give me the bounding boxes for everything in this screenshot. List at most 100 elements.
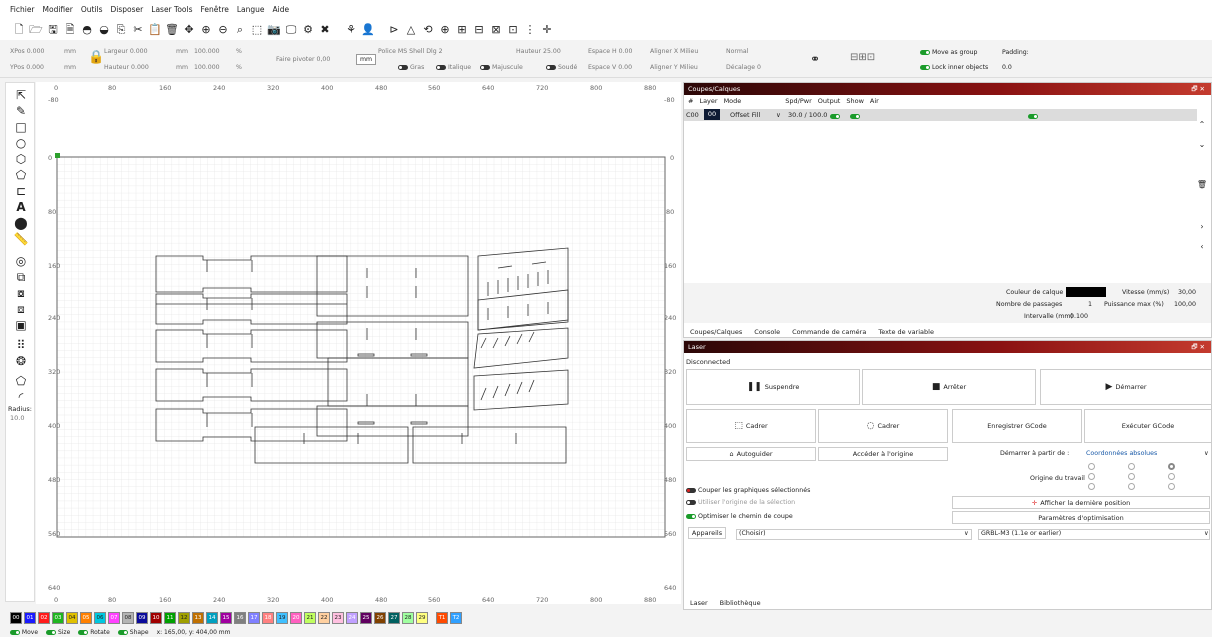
camera-icon[interactable]: 📷 bbox=[267, 22, 281, 36]
home-button[interactable]: ⌂ Autoguider bbox=[686, 447, 816, 461]
menu-arrange[interactable]: Disposer bbox=[111, 5, 144, 14]
save-as-icon[interactable]: 🗎 bbox=[63, 22, 77, 36]
mirror-v-icon[interactable]: △ bbox=[404, 22, 418, 36]
palette-swatch-24[interactable]: 24 bbox=[346, 612, 358, 624]
move-up-icon[interactable]: ⌃ bbox=[1197, 119, 1207, 129]
size-mode-toggle[interactable]: Size bbox=[46, 629, 70, 636]
lock-inner-toggle[interactable]: Lock inner objects bbox=[920, 64, 988, 71]
laser-float-close-icon[interactable]: 🗗 ✕ bbox=[1191, 341, 1205, 353]
grid-array-icon[interactable]: ⋮ bbox=[523, 22, 537, 36]
device-select[interactable]: (Choisir) bbox=[736, 529, 972, 540]
menu-tools[interactable]: Outils bbox=[81, 5, 103, 14]
optimization-settings-button[interactable]: Paramètres d'optimisation bbox=[952, 511, 1210, 524]
menu-window[interactable]: Fenêtre bbox=[201, 5, 229, 14]
tab-console[interactable]: Console bbox=[754, 328, 780, 336]
palette-swatch-20[interactable]: 20 bbox=[290, 612, 302, 624]
text-tool-icon[interactable]: A bbox=[13, 199, 29, 215]
frame-circle-button[interactable]: ◌ Cadrer bbox=[818, 409, 948, 443]
start-button[interactable]: ▶ Démarrer bbox=[1040, 369, 1212, 405]
menu-language[interactable]: Langue bbox=[237, 5, 265, 14]
palette-swatch-05[interactable]: 05 bbox=[80, 612, 92, 624]
scale-y-field[interactable]: 100.000 bbox=[194, 64, 220, 71]
frame-select-icon[interactable]: ⬚ bbox=[250, 22, 264, 36]
italic-toggle[interactable]: Italique bbox=[436, 64, 471, 71]
tab-cuts-layers[interactable]: Coupes/Calques bbox=[690, 328, 742, 336]
show-last-position-button[interactable]: ✛ Afficher la dernière position bbox=[952, 496, 1210, 509]
origin-radio-bl[interactable] bbox=[1088, 483, 1095, 490]
palette-swatch-11[interactable]: 11 bbox=[164, 612, 176, 624]
layer-color-chip[interactable]: 00 bbox=[704, 109, 720, 120]
grid-array-tool-icon[interactable]: ⠿ bbox=[13, 337, 29, 353]
tools-icon[interactable]: ✖ bbox=[318, 22, 332, 36]
speed-field[interactable]: 30,00 bbox=[1178, 289, 1196, 296]
max-power-field[interactable]: 100,00 bbox=[1174, 301, 1196, 308]
palette-swatch-28[interactable]: 28 bbox=[402, 612, 414, 624]
palette-swatch-T1[interactable]: T1 bbox=[436, 612, 448, 624]
origin-radio-mr[interactable] bbox=[1168, 473, 1175, 480]
tab-library[interactable]: Bibliothèque bbox=[720, 599, 761, 607]
vspace-field[interactable]: Espace V 0.00 bbox=[588, 64, 632, 71]
delete-icon[interactable]: 🗑 bbox=[165, 22, 179, 36]
round-corner-icon[interactable]: ◜ bbox=[13, 389, 29, 405]
palette-swatch-18[interactable]: 18 bbox=[262, 612, 274, 624]
redo-icon[interactable]: ◒ bbox=[97, 22, 111, 36]
boolean-union-icon[interactable]: ⧉ bbox=[13, 269, 29, 285]
xpos-field[interactable]: XPos 0.000 bbox=[10, 48, 44, 55]
palette-swatch-08[interactable]: 08 bbox=[122, 612, 134, 624]
hspace-field[interactable]: Espace H 0.00 bbox=[588, 48, 632, 55]
collapse-left-icon[interactable]: ‹ bbox=[1197, 241, 1207, 251]
workspace-canvas[interactable]: 0 80 160 240 320 400 480 560 640 720 800… bbox=[36, 82, 681, 604]
palette-swatch-27[interactable]: 27 bbox=[388, 612, 400, 624]
align-center-icon[interactable]: ⊕ bbox=[438, 22, 452, 36]
open-file-icon[interactable]: 🗁 bbox=[29, 22, 43, 36]
tab-laser[interactable]: Laser bbox=[690, 599, 708, 607]
palette-swatch-16[interactable]: 16 bbox=[234, 612, 246, 624]
rotate-icon[interactable]: ⟲ bbox=[421, 22, 435, 36]
position-laser-icon[interactable]: ⬤ bbox=[13, 215, 29, 231]
palette-swatch-T2[interactable]: T2 bbox=[450, 612, 462, 624]
palette-swatch-29[interactable]: 29 bbox=[416, 612, 428, 624]
palette-swatch-13[interactable]: 13 bbox=[192, 612, 204, 624]
ellipse-tool-icon[interactable]: ○ bbox=[13, 135, 29, 151]
radius-field[interactable]: 10.0 bbox=[10, 414, 24, 422]
offset-field[interactable]: Décalage 0 bbox=[726, 64, 761, 71]
nest-icon[interactable]: ⊡ bbox=[506, 22, 520, 36]
palette-swatch-25[interactable]: 25 bbox=[360, 612, 372, 624]
zoom-out-icon[interactable]: ⊖ bbox=[216, 22, 230, 36]
save-gcode-button[interactable]: Enregistrer GCode bbox=[952, 409, 1082, 443]
circular-array-icon[interactable]: ❂ bbox=[13, 353, 29, 369]
layer-mode-select[interactable]: Offset Fill bbox=[730, 111, 760, 119]
palette-swatch-12[interactable]: 12 bbox=[178, 612, 190, 624]
palette-swatch-15[interactable]: 15 bbox=[220, 612, 232, 624]
crosshair-icon[interactable]: ✛ bbox=[540, 22, 554, 36]
origin-radio-br[interactable] bbox=[1168, 483, 1175, 490]
origin-radio-mc[interactable] bbox=[1128, 473, 1135, 480]
trash-icon[interactable]: 🗑 bbox=[1197, 179, 1207, 189]
boolean-diff-icon[interactable]: ⧇ bbox=[13, 285, 29, 301]
scale-x-field[interactable]: 100.000 bbox=[194, 48, 220, 55]
passes-field[interactable]: 1 bbox=[1088, 301, 1092, 308]
camera-tool-icon[interactable]: ⚭ bbox=[810, 52, 820, 66]
origin-radio-bc[interactable] bbox=[1128, 483, 1135, 490]
rotate-field[interactable]: Faire pivoter 0,00 bbox=[276, 56, 330, 63]
origin-radio-tr[interactable] bbox=[1168, 463, 1175, 470]
menu-file[interactable]: Fichier bbox=[10, 5, 35, 14]
palette-swatch-02[interactable]: 02 bbox=[38, 612, 50, 624]
air-toggle[interactable] bbox=[1028, 112, 1038, 120]
padding-field[interactable]: 0.0 bbox=[1002, 64, 1012, 71]
group-icon[interactable]: ⊠ bbox=[489, 22, 503, 36]
canvas-svg[interactable] bbox=[36, 82, 681, 604]
goto-origin-button[interactable]: Accéder à l'origine bbox=[818, 447, 948, 461]
paste-icon[interactable]: 📋 bbox=[148, 22, 162, 36]
draw-line-icon[interactable]: ✎ bbox=[13, 103, 29, 119]
palette-swatch-07[interactable]: 07 bbox=[108, 612, 120, 624]
font-height-field[interactable]: Hauteur 25.00 bbox=[516, 48, 561, 55]
use-selection-origin-toggle[interactable]: Utiliser l'origine de la sélection bbox=[686, 499, 795, 506]
welded-toggle[interactable]: Soudé bbox=[546, 64, 577, 71]
frame-tool-icon[interactable]: ⊏ bbox=[13, 183, 29, 199]
start-from-select[interactable]: Coordonnées absolues bbox=[1086, 450, 1157, 457]
monitor-icon[interactable]: 🖵 bbox=[284, 22, 298, 36]
zoom-fit-icon[interactable]: ⌕ bbox=[233, 22, 247, 36]
panel-float-close-icon[interactable]: 🗗 ✕ bbox=[1191, 83, 1205, 95]
align-tools-icon[interactable]: ⊟⊞⊡ bbox=[850, 52, 875, 63]
